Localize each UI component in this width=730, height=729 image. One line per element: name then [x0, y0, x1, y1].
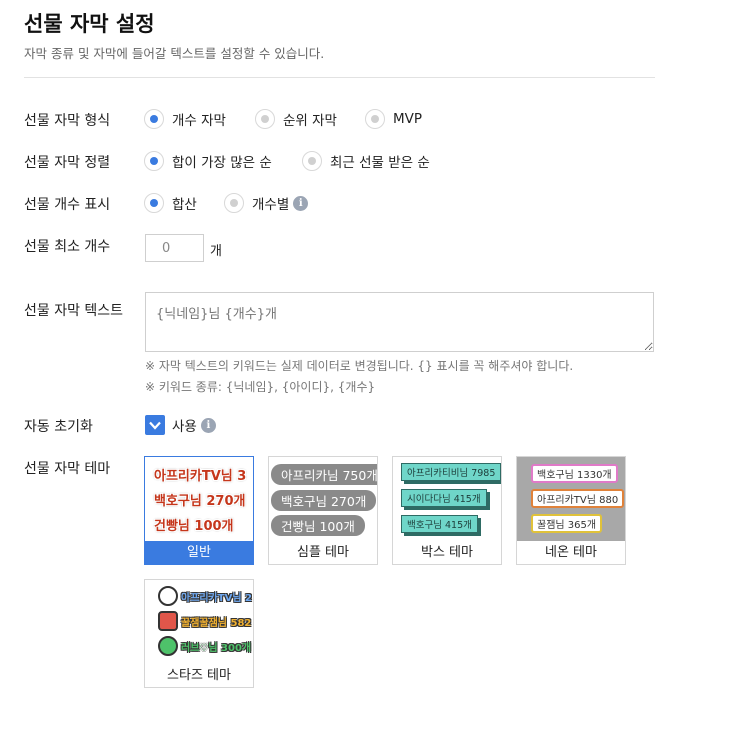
radio-dot: [144, 109, 164, 129]
theme-label: 선물 자막 테마: [24, 461, 111, 477]
theme-card-neon[interactable]: 백호구님 1330개 아프리카TV님 880 꿀잼님 365개 네온 테마: [516, 456, 626, 565]
theme-card-stars[interactable]: 아프리카TV님 2 꿀잼꿀잼님 582 러브♡님 300개 스타즈 테마: [144, 579, 254, 688]
min-label: 선물 최소 개수: [24, 239, 111, 255]
checkbox-label: 사용: [172, 419, 197, 435]
radio-dot: [144, 193, 164, 213]
radio-label: 합이 가장 많은 순: [172, 155, 272, 171]
theme-preview: 백호구님 1330개 아프리카TV님 880 꿀잼님 365개: [517, 457, 625, 541]
radio-label: 합산: [172, 197, 197, 213]
radio-label: 최근 선물 받은 순: [330, 155, 430, 171]
treasure-icon: [158, 611, 178, 631]
radio-label: 순위 자막: [283, 113, 337, 129]
theme-caption: 심플 테마: [297, 545, 349, 560]
radio-label: MVP: [393, 111, 423, 127]
page-title: 선물 자막 설정: [24, 12, 155, 36]
theme-preview: 아프리카TV님 2 꿀잼꿀잼님 582 러브♡님 300개: [145, 580, 253, 664]
preview-line: 건빵님 100개: [154, 519, 234, 534]
preview-line: 러브♡님 300개: [158, 636, 251, 656]
theme-preview: 아프리카님 750개 백호구님 270개 건빵님 100개: [269, 457, 377, 541]
theme-caption: 스타즈 테마: [167, 668, 231, 683]
info-icon[interactable]: i: [293, 195, 309, 211]
radio-rank-subtitle[interactable]: 순위 자막: [255, 108, 337, 130]
radio-dot: [302, 151, 322, 171]
preview-line: 아프리카TV님 3: [154, 469, 247, 484]
preview-line: 꿀잼꿀잼님 582: [158, 611, 251, 631]
alien-face-icon: [158, 636, 178, 656]
preview-line: 백호구님 270개: [271, 490, 377, 511]
type-label: 선물 자막 형식: [24, 113, 111, 129]
radio-count-subtitle[interactable]: 개수 자막: [144, 108, 226, 130]
radio-mvp[interactable]: MVP: [365, 108, 422, 130]
auto-reset-checkbox[interactable]: 사용 i: [145, 415, 216, 435]
radio-sort-recent[interactable]: 최근 선물 받은 순: [302, 150, 430, 172]
radio-dot: [365, 109, 385, 129]
preview-line: 백호구님 415개: [401, 515, 478, 533]
keyword-note: ※ 자막 텍스트의 키워드는 실제 데이터로 변경됩니다. {} 표시를 꼭 해…: [145, 359, 574, 373]
theme-card-box[interactable]: 아프리카티비님 7985 시이다다님 415개 백호구님 415개 박스 테마: [392, 456, 502, 565]
preview-line: 아프리카티비님 7985: [401, 463, 501, 481]
checkmark-icon: [145, 415, 165, 435]
preview-line: 건빵님 100개: [271, 515, 365, 536]
radio-dot: [255, 109, 275, 129]
theme-card-simple[interactable]: 아프리카님 750개 백호구님 270개 건빵님 100개 심플 테마: [268, 456, 378, 565]
sort-label: 선물 자막 정렬: [24, 155, 111, 171]
theme-preview: 아프리카티비님 7985 시이다다님 415개 백호구님 415개: [393, 457, 501, 541]
keyword-types-note: ※ 키워드 종류: {닉네임}, {아이디}, {개수}: [145, 380, 376, 394]
count-label: 선물 개수 표시: [24, 197, 111, 213]
radio-label: 개수 자막: [172, 113, 226, 129]
preview-text: 아프리카TV님 2: [181, 592, 252, 604]
preview-line: 아프리카님 750개: [271, 464, 377, 485]
info-icon[interactable]: i: [200, 417, 216, 433]
radio-sort-most[interactable]: 합이 가장 많은 순: [144, 150, 272, 172]
radio-dot: [144, 151, 164, 171]
reset-label: 자동 초기화: [24, 419, 93, 435]
theme-caption: 일반: [145, 541, 253, 564]
radio-dot: [224, 193, 244, 213]
min-unit: 개: [210, 244, 222, 259]
header-divider: [24, 77, 655, 78]
preview-text: 러브♡님 300개: [181, 642, 252, 654]
theme-caption: 박스 테마: [421, 545, 473, 560]
theme-caption: 네온 테마: [545, 545, 597, 560]
radio-count-each[interactable]: 개수별 i: [224, 192, 309, 214]
preview-text: 꿀잼꿀잼님 582: [181, 617, 252, 629]
cat-face-icon: [158, 586, 178, 606]
preview-line: 백호구님 270개: [154, 494, 246, 509]
page-subtitle: 자막 종류 및 자막에 들어갈 텍스트를 설정할 수 있습니다.: [24, 46, 325, 61]
theme-card-general[interactable]: 아프리카TV님 3 백호구님 270개 건빵님 100개 일반: [144, 456, 254, 565]
radio-count-sum[interactable]: 합산: [144, 192, 197, 214]
text-label: 선물 자막 텍스트: [24, 303, 124, 319]
min-count-input[interactable]: [145, 234, 204, 262]
preview-line: 아프리카TV님 880: [531, 489, 625, 508]
preview-line: 백호구님 1330개: [531, 464, 618, 483]
radio-label: 개수별: [252, 197, 290, 213]
theme-preview: 아프리카TV님 3 백호구님 270개 건빵님 100개: [145, 457, 253, 541]
subtitle-text-input[interactable]: [145, 292, 654, 352]
preview-line: 꿀잼님 365개: [531, 514, 603, 533]
preview-line: 아프리카TV님 2: [158, 586, 252, 606]
preview-line: 시이다다님 415개: [401, 489, 487, 507]
